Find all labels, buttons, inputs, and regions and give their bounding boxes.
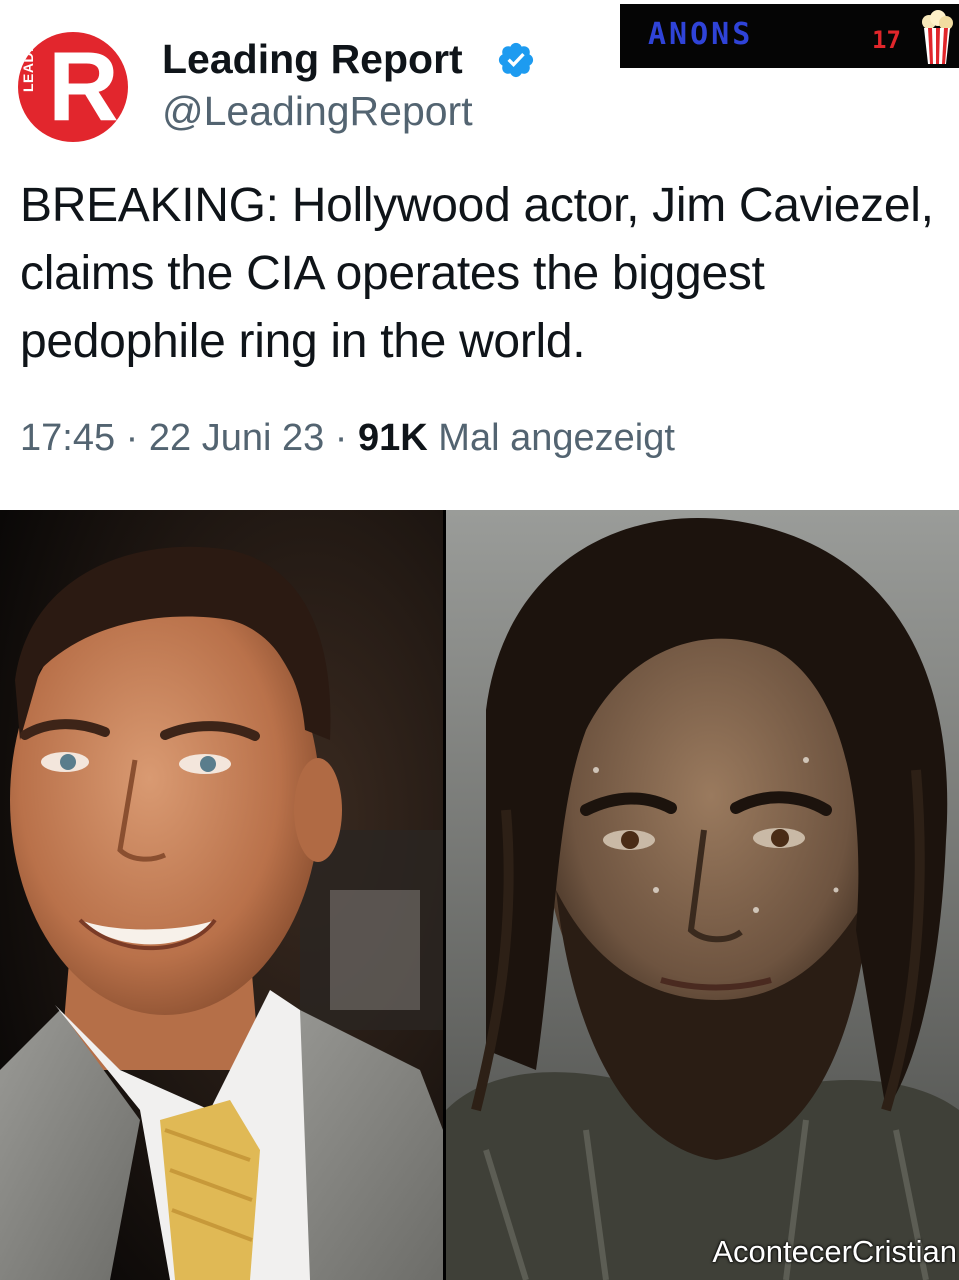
channel-watermark: ANONS 17 xyxy=(620,4,959,68)
meta-separator: · xyxy=(324,417,359,459)
avatar-logo-letter: R xyxy=(48,32,119,141)
tweet-text: BREAKING: Hollywood actor, Jim Caviezel,… xyxy=(20,179,934,368)
views-label: Mal angezeigt xyxy=(427,417,675,459)
media-collage[interactable]: AcontecerCristian xyxy=(0,510,959,1280)
photo-actor-film-still[interactable]: AcontecerCristian xyxy=(446,510,959,1280)
popcorn-icon xyxy=(922,10,953,64)
tweet-time[interactable]: 17:45 xyxy=(20,417,115,459)
views-count: 91K xyxy=(358,417,428,459)
watermark-text: ANONS xyxy=(648,17,754,52)
author-name[interactable]: Leading Report xyxy=(162,36,463,82)
photo-credit-watermark: AcontecerCristian xyxy=(712,1234,957,1269)
meta-separator: · xyxy=(115,417,149,459)
tweet-date[interactable]: 22 Juni 23 xyxy=(149,417,324,459)
tweet-metadata: 17:45 · 22 Juni 23 · 91K Mal angezeigt xyxy=(20,414,675,462)
avatar[interactable]: LEADING R xyxy=(18,32,128,142)
photo-actor-red-carpet-image xyxy=(0,510,443,1280)
watermark-number: 17 xyxy=(872,26,901,54)
photo-actor-red-carpet[interactable] xyxy=(0,510,443,1280)
photo-actor-film-still-image xyxy=(446,510,959,1280)
author-handle[interactable]: @LeadingReport xyxy=(162,88,473,134)
avatar-label: LEADING xyxy=(20,32,36,92)
verified-badge-icon xyxy=(498,42,534,78)
